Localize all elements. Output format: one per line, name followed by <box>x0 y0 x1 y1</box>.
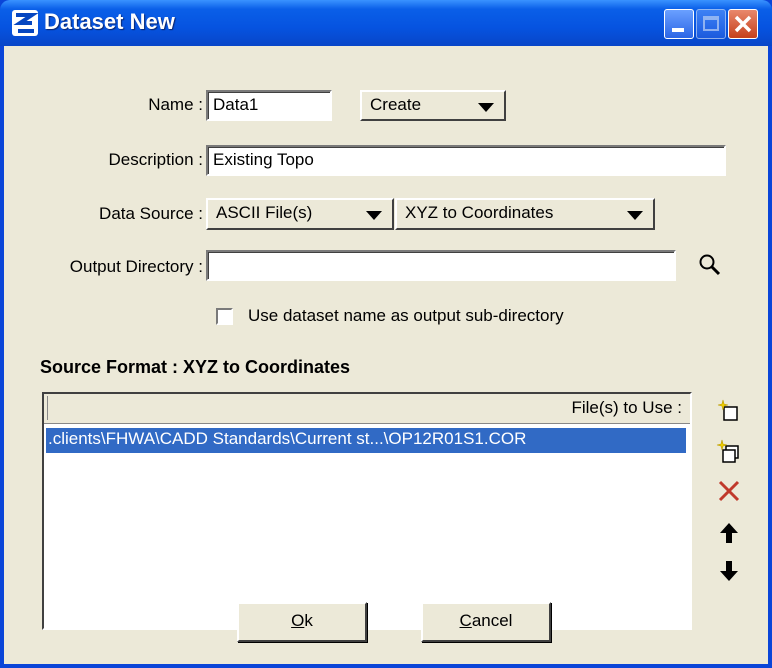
cancel-button[interactable]: Cancel <box>421 602 551 642</box>
description-label: Description : <box>108 150 203 169</box>
minimize-button[interactable] <box>664 9 694 39</box>
chevron-down-icon <box>478 103 494 112</box>
arrow-up-icon[interactable] <box>716 520 742 546</box>
maximize-icon <box>703 16 719 31</box>
cancel-mnemonic: C <box>459 611 472 630</box>
create-dropdown[interactable]: Create <box>360 90 506 121</box>
data-source-label: Data Source : <box>99 204 203 223</box>
title-bar[interactable]: Dataset New <box>0 0 772 46</box>
maximize-button[interactable] <box>696 9 726 39</box>
list-header[interactable]: File(s) to Use : <box>44 394 690 424</box>
window-title: Dataset New <box>44 9 175 34</box>
ok-label: k <box>304 611 313 630</box>
name-label: Name : <box>148 95 203 114</box>
add-file-icon[interactable] <box>716 398 742 424</box>
files-listbox[interactable]: File(s) to Use : .clients\FHWA\CADD Stan… <box>42 392 692 630</box>
create-dropdown-label: Create <box>370 95 422 114</box>
use-subdir-checkbox[interactable] <box>216 308 233 325</box>
data-source-value: ASCII File(s) <box>216 203 313 222</box>
data-format-value: XYZ to Coordinates <box>405 203 554 222</box>
use-subdir-label: Use dataset name as output sub-directory <box>248 306 564 325</box>
list-item[interactable]: .clients\FHWA\CADD Standards\Current st.… <box>46 428 686 453</box>
close-icon <box>734 15 752 33</box>
source-format-title: Source Format : XYZ to Coordinates <box>40 357 351 377</box>
dataset-new-window: Dataset New Name : Data1 Create Descript… <box>0 0 772 668</box>
cancel-label: ancel <box>471 611 513 630</box>
arrow-down-icon[interactable] <box>716 558 742 584</box>
chevron-down-icon <box>627 211 643 220</box>
ok-button[interactable]: Ok <box>237 602 367 642</box>
chevron-down-icon <box>366 211 382 220</box>
minimize-icon <box>672 28 684 32</box>
close-button[interactable] <box>728 9 758 39</box>
data-format-dropdown[interactable]: XYZ to Coordinates <box>395 198 655 230</box>
app-icon <box>12 10 38 36</box>
description-field[interactable]: Existing Topo <box>206 145 726 176</box>
data-source-dropdown[interactable]: ASCII File(s) <box>206 198 394 230</box>
output-directory-field[interactable] <box>206 250 676 281</box>
output-directory-label: Output Directory : <box>69 257 203 276</box>
add-multiple-icon[interactable] <box>716 439 742 465</box>
header-separator <box>47 396 48 420</box>
dialog-body: Name : Data1 Create Description : Existi… <box>4 46 768 664</box>
search-icon[interactable] <box>698 253 722 277</box>
remove-icon[interactable] <box>716 478 742 504</box>
ok-mnemonic: O <box>291 611 305 630</box>
files-column-header: File(s) to Use : <box>571 398 682 417</box>
name-field[interactable]: Data1 <box>206 90 332 121</box>
